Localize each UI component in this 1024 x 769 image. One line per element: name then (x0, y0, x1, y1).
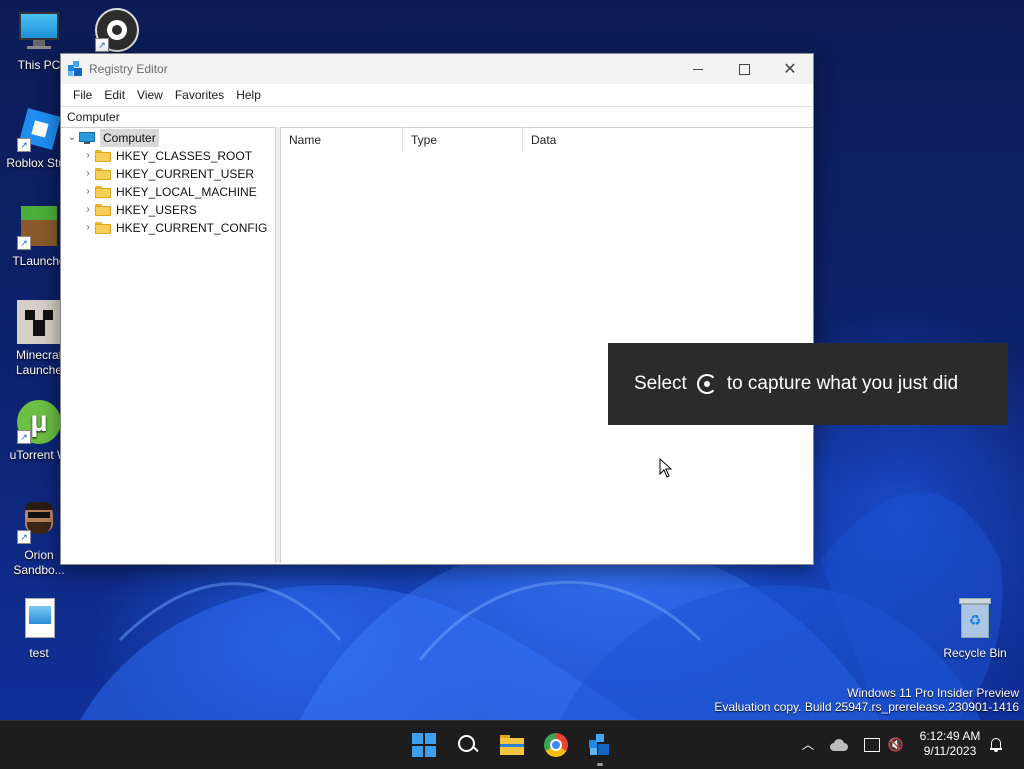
tree-item-label: HKEY_CLASSES_ROOT (116, 149, 253, 163)
search-button[interactable] (452, 729, 484, 761)
registry-editor-taskbar-button[interactable] (584, 729, 616, 761)
watermark-line-2: Evaluation copy. Build 25947.rs_prerelea… (714, 700, 1019, 714)
clock-date: 9/11/2023 (923, 744, 977, 758)
desktop-icon-recycle-bin[interactable]: ♻ Recycle Bin (936, 598, 1014, 661)
watermark-line-1: Windows 11 Pro Insider Preview (847, 686, 1019, 700)
tlauncher-icon: ↗ (17, 206, 61, 250)
chevron-right-icon[interactable]: › (81, 201, 95, 219)
shortcut-arrow-icon: ↗ (95, 38, 109, 52)
folder-icon (95, 150, 111, 162)
menu-edit[interactable]: Edit (98, 88, 131, 102)
tree-item-hkey-current-config[interactable]: › HKEY_CURRENT_CONFIG (81, 219, 267, 237)
chrome-button[interactable] (540, 729, 572, 761)
start-button[interactable] (408, 729, 440, 761)
registry-editor-window: Registry Editor ✕ File Edit View Favorit… (60, 53, 814, 565)
active-app-indicator (597, 763, 603, 766)
windows-logo-icon (412, 733, 436, 757)
tree-item-label: HKEY_LOCAL_MACHINE (116, 185, 257, 199)
window-title: Registry Editor (89, 62, 168, 76)
bell-icon (990, 738, 1002, 752)
cloud-icon (830, 739, 848, 751)
tree-item-hkey-classes-root[interactable]: › HKEY_CLASSES_ROOT (81, 147, 252, 165)
toast-text-before: Select (634, 373, 687, 394)
shortcut-arrow-icon: ↗ (17, 236, 31, 250)
evaluation-watermark: Windows 11 Pro Insider Preview Evaluatio… (714, 686, 1019, 714)
registry-editor-icon (68, 61, 84, 77)
tree-pane: ⌄ Computer › HKEY_CLASSES_ROOT › HKEY_CU… (61, 127, 276, 563)
search-icon (458, 735, 479, 755)
desktop-icon-obs[interactable]: ↗ (78, 8, 156, 56)
desktop-icon-label: Sandbo... (13, 563, 65, 577)
taskbar: ︿ 🔇 6:12:49 AM 9/11/2023 (0, 720, 1024, 769)
utorrent-icon: µ ↗ (17, 400, 61, 444)
shortcut-arrow-icon: ↗ (17, 138, 31, 152)
roblox-studio-icon: ↗ (17, 108, 61, 152)
desktop-icon-label: Recycle Bin (943, 646, 1007, 660)
image-file-icon (17, 598, 61, 642)
menu-file[interactable]: File (67, 88, 98, 102)
column-header-type[interactable]: Type (403, 127, 523, 153)
shortcut-arrow-icon: ↗ (17, 430, 31, 444)
chevron-up-icon: ︿ (801, 737, 815, 752)
menu-favorites[interactable]: Favorites (169, 88, 230, 102)
notifications-button[interactable] (986, 735, 1006, 755)
maximize-button[interactable] (721, 54, 767, 84)
network-tray-button[interactable] (862, 735, 882, 755)
speaker-muted-icon: 🔇 (887, 737, 905, 752)
clock[interactable]: 6:12:49 AM 9/11/2023 (914, 729, 986, 759)
folder-icon (95, 222, 111, 234)
onedrive-tray-button[interactable] (830, 735, 850, 755)
menu-help[interactable]: Help (230, 88, 267, 102)
chevron-right-icon[interactable]: › (81, 165, 95, 183)
capture-toast: Select to capture what you just did (608, 343, 1008, 425)
tree-item-label: HKEY_CURRENT_CONFIG (116, 221, 268, 235)
tree-item-hkey-users[interactable]: › HKEY_USERS (81, 201, 197, 219)
obs-icon: ↗ (95, 8, 139, 52)
tree-item-label: Computer (100, 129, 159, 147)
tree-item-computer[interactable]: ⌄ Computer (65, 129, 159, 147)
title-bar[interactable]: Registry Editor ✕ (61, 54, 813, 84)
capture-icon (696, 374, 717, 394)
minimize-icon (693, 68, 703, 70)
folder-icon (500, 735, 524, 755)
chevron-down-icon[interactable]: ⌄ (65, 129, 79, 147)
tree-item-hkey-current-user[interactable]: › HKEY_CURRENT_USER (81, 165, 254, 183)
recycle-bin-icon: ♻ (953, 598, 997, 642)
close-button[interactable]: ✕ (767, 54, 813, 84)
address-bar[interactable]: Computer (61, 106, 813, 128)
tree-item-label: HKEY_CURRENT_USER (116, 167, 255, 181)
folder-icon (95, 204, 111, 216)
file-explorer-button[interactable] (496, 729, 528, 761)
clock-time: 6:12:49 AM (919, 729, 981, 743)
orion-sandbox-icon: ↗ (17, 500, 61, 544)
column-header-name[interactable]: Name (281, 127, 403, 153)
tree-item-label: HKEY_USERS (116, 203, 197, 217)
registry-editor-icon (589, 734, 611, 756)
chrome-icon (544, 733, 568, 757)
shortcut-arrow-icon: ↗ (17, 530, 31, 544)
chevron-right-icon[interactable]: › (81, 147, 95, 165)
show-hidden-icons-button[interactable]: ︿ (798, 735, 818, 755)
maximize-icon (738, 63, 750, 75)
desktop-icon-label: test (29, 646, 49, 660)
close-icon: ✕ (783, 61, 797, 78)
tree-item-hkey-local-machine[interactable]: › HKEY_LOCAL_MACHINE (81, 183, 257, 201)
creeper-icon (17, 300, 61, 344)
network-icon (864, 738, 880, 752)
volume-tray-button[interactable]: 🔇 (886, 735, 906, 755)
monitor-icon (17, 10, 61, 54)
computer-icon (79, 132, 95, 144)
minimize-button[interactable] (675, 54, 721, 84)
chevron-right-icon[interactable]: › (81, 183, 95, 201)
column-header-data[interactable]: Data (523, 127, 812, 153)
menu-bar: File Edit View Favorites Help (61, 84, 813, 106)
menu-view[interactable]: View (131, 88, 169, 102)
chevron-right-icon[interactable]: › (81, 219, 95, 237)
desktop-icon-test[interactable]: test (0, 598, 78, 661)
toast-text-after: to capture what you just did (726, 373, 959, 394)
folder-icon (95, 186, 111, 198)
folder-icon (95, 168, 111, 180)
